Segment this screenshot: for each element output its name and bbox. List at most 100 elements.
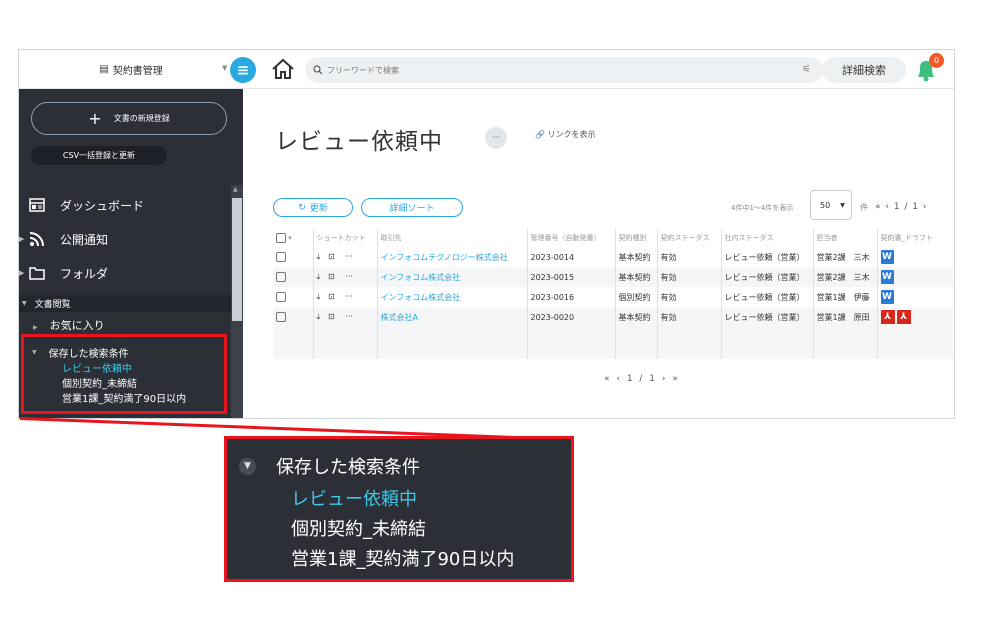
new-document-button[interactable]: + 文書の新規登録	[31, 102, 227, 135]
word-icon[interactable]: W	[880, 270, 894, 284]
saved-searches-highlight: ▼ 保存した検索条件 レビュー依頼中 個別契約_未締結 営業1課_契約満了90日…	[21, 334, 227, 414]
word-icon[interactable]: W	[880, 290, 894, 304]
table-row[interactable]: ⤓ ⊡ ··· インフォコム株式会社 2023-0016 個別契約 有効 レビュー依頼（営業…	[273, 287, 954, 307]
home-icon[interactable]	[270, 56, 296, 82]
more-icon[interactable]: ···	[345, 312, 353, 321]
pagination-bottom[interactable]: « ‹ 1 / 1 › »	[604, 374, 680, 384]
column-header[interactable]: 契約種別	[614, 229, 657, 247]
callout-header: ▼ 保存した検索条件	[239, 453, 420, 479]
advanced-search-button[interactable]: 詳細検索	[822, 57, 906, 83]
more-options-button[interactable]: ···	[485, 127, 507, 149]
sidebar-item-favorites[interactable]: ▶ お気に入り	[33, 317, 105, 333]
filter-settings-icon[interactable]: ⚟	[802, 64, 811, 75]
table-row[interactable]: ⤓ ⊡ ··· インフォコム株式会社 2023-0015 基本契約 有効 レビュー依頼（営業…	[273, 267, 954, 287]
table-row[interactable]: ⤓ ⊡ ··· インフォコムテクノロジー株式会社 2023-0014 基本契約 有効 レビュ…	[273, 247, 954, 267]
section-document-browse[interactable]: ▼ 文書閲覧	[19, 295, 231, 312]
top-bar: ▤ 契約書管理 ▼ ≡ ⚟ 詳細検索 0	[19, 50, 954, 89]
management-number: 2023-0015	[526, 267, 615, 287]
download-icon[interactable]: ⤓	[317, 272, 321, 281]
table-empty-row	[273, 327, 954, 359]
preview-icon[interactable]: ⊡	[328, 272, 335, 281]
callout-item: レビュー依頼中	[291, 489, 417, 510]
sidebar-item-public-notice[interactable]: ▶ 公開通知	[19, 227, 231, 251]
contract-type: 基本契約	[614, 247, 657, 267]
internal-status: レビュー依頼（営業）	[720, 267, 813, 287]
contract-status: 有効	[656, 267, 721, 287]
search-input[interactable]	[327, 65, 767, 75]
scroll-up-icon[interactable]: ▲	[233, 186, 238, 193]
saved-searches-header[interactable]: ▼ 保存した検索条件	[32, 345, 129, 360]
brand[interactable]: ▤ 契約書管理	[19, 50, 243, 89]
partner-link[interactable]: インフォコム株式会社	[376, 287, 527, 307]
refresh-icon: ↻	[298, 202, 306, 213]
table-row[interactable]: ⤓ ⊡ ··· 株式会社A 2023-0020 基本契約 有効 レビュー依頼（営業） 営業1課…	[273, 307, 954, 327]
pagination-top[interactable]: « ‹ 1 / 1 ›	[875, 202, 928, 212]
partner-link[interactable]: インフォコム株式会社	[376, 267, 527, 287]
row-checkbox[interactable]	[273, 307, 313, 327]
contract-status: 有効	[656, 287, 721, 307]
column-header[interactable]: 契約ステータス	[656, 229, 721, 247]
more-icon[interactable]: ···	[345, 292, 353, 301]
more-icon[interactable]: ···	[345, 252, 353, 261]
download-icon[interactable]: ⤓	[317, 292, 321, 301]
draft-file: W	[876, 247, 954, 267]
column-header[interactable]: ショートカット	[312, 229, 377, 247]
sidebar-scroll-thumb[interactable]	[232, 198, 242, 321]
shortcut-cell: ⤓ ⊡ ···	[312, 267, 377, 287]
word-icon[interactable]: W	[880, 250, 894, 264]
csv-import-button[interactable]: CSV一括登録と更新	[31, 146, 167, 165]
menu-icon[interactable]: ≡	[230, 57, 256, 83]
download-icon[interactable]: ⤓	[317, 312, 321, 321]
sidebar-item-folder[interactable]: ▶ フォルダ	[19, 261, 231, 285]
saved-search-item[interactable]: 営業1課_契約満了90日以内	[62, 390, 186, 405]
row-checkbox[interactable]	[273, 287, 313, 307]
saved-search-item[interactable]: 個別契約_未締結	[62, 375, 137, 390]
preview-icon[interactable]: ⊡	[328, 252, 335, 261]
column-header[interactable]: 社内ステータス	[720, 229, 813, 247]
expand-arrow-icon[interactable]: ▶	[19, 235, 24, 243]
row-checkbox[interactable]	[273, 247, 313, 267]
row-checkbox[interactable]	[273, 267, 313, 287]
shortcut-cell: ⤓ ⊡ ···	[312, 307, 377, 327]
dashboard-icon	[28, 196, 46, 214]
chevron-down-icon: ▼	[840, 201, 845, 209]
refresh-label: 更新	[309, 204, 328, 214]
expand-arrow-icon[interactable]: ▶	[19, 269, 24, 277]
detail-sort-button[interactable]: 詳細ソート	[361, 198, 463, 217]
chevron-down-icon[interactable]: ▼	[222, 64, 227, 72]
partner-link[interactable]: 株式会社A	[376, 307, 527, 327]
callout-title: 保存した検索条件	[276, 457, 420, 478]
plus-icon: +	[88, 108, 102, 128]
refresh-button[interactable]: ↻ 更新	[273, 198, 353, 217]
partner-link[interactable]: インフォコムテクノロジー株式会社	[376, 247, 527, 267]
pdf-icon[interactable]: ⅄	[880, 310, 895, 324]
owner: 営業2課 三木	[812, 247, 877, 267]
per-page-select[interactable]: 50 ▼	[810, 190, 852, 220]
management-number: 2023-0016	[526, 287, 615, 307]
main-content: レビュー依頼中 ··· 🔗 リンクを表示 ↻ 更新 詳細ソート 4件中1〜4件を…	[243, 89, 954, 418]
management-number: 2023-0020	[526, 307, 615, 327]
contract-type: 個別契約	[614, 287, 657, 307]
column-header[interactable]: 担当者	[812, 229, 877, 247]
notification-badge: 0	[929, 53, 944, 68]
preview-icon[interactable]: ⊡	[328, 292, 335, 301]
show-link-button[interactable]: 🔗 リンクを表示	[535, 129, 596, 140]
sidebar-item-dashboard[interactable]: ダッシュボード	[19, 193, 231, 217]
download-icon[interactable]: ⤓	[317, 252, 321, 261]
rss-icon	[28, 230, 46, 248]
column-header[interactable]: 取引先	[376, 229, 527, 247]
saved-search-item[interactable]: レビュー依頼中	[62, 360, 132, 375]
column-header[interactable]: 管理番号（自動発番）	[526, 229, 615, 247]
sidebar-item-label: フォルダ	[60, 266, 109, 281]
saved-searches-callout: ▼ 保存した検索条件 レビュー依頼中 個別契約_未締結 営業1課_契約満了90日…	[224, 436, 574, 582]
more-icon[interactable]: ···	[345, 272, 353, 281]
search-bar[interactable]: ⚟	[305, 57, 823, 83]
select-all-checkbox[interactable]: ▾	[273, 229, 313, 247]
pdf-icon[interactable]: ⅄	[896, 310, 911, 324]
callout-item: 個別契約_未締結	[291, 519, 426, 540]
new-document-label: 文書の新規登録	[113, 114, 170, 123]
preview-icon[interactable]: ⊡	[328, 312, 335, 321]
folder-icon	[28, 264, 46, 282]
column-header[interactable]: 契約書_ドラフト	[876, 229, 954, 247]
draft-file: W	[876, 267, 954, 287]
